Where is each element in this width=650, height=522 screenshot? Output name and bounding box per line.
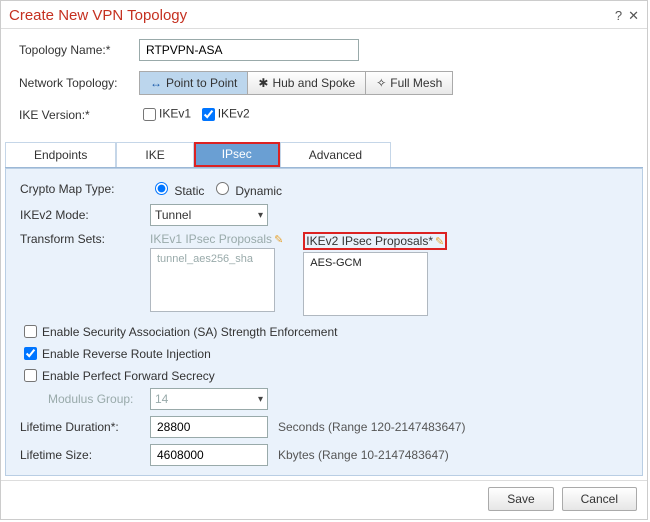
tab-ike[interactable]: IKE [116, 142, 193, 167]
pfs-checkbox[interactable]: Enable Perfect Forward Secrecy [20, 366, 628, 385]
ikev2-mode-select[interactable]: Tunnel▾ [150, 204, 268, 226]
modulus-group-label: Modulus Group: [20, 392, 150, 406]
espv3-collapser[interactable]: ▾ [20, 475, 32, 476]
vpn-topology-dialog: Create New VPN Topology ? ✕ Topology Nam… [0, 0, 648, 520]
chevron-down-icon: ▾ [258, 210, 263, 221]
topology-name-input[interactable] [139, 39, 359, 61]
lifetime-duration-input[interactable] [150, 416, 268, 438]
full-mesh-button[interactable]: ✧Full Mesh [365, 71, 453, 95]
dialog-title: Create New VPN Topology [9, 7, 615, 24]
dialog-footer: Save Cancel [1, 480, 647, 519]
tab-endpoints[interactable]: Endpoints [5, 142, 116, 167]
ikev1-proposals-box[interactable]: tunnel_aes256_sha [150, 248, 275, 312]
help-icon[interactable]: ? [615, 8, 622, 24]
ikev2-checkbox[interactable]: IKEv2 [198, 105, 250, 124]
espv3-label: ESPv3 Settings [36, 474, 124, 476]
dialog-header: Create New VPN Topology ? ✕ [1, 1, 647, 24]
reverse-route-checkbox[interactable]: Enable Reverse Route Injection [20, 344, 628, 363]
ipsec-panel: Crypto Map Type: Static Dynamic IKEv2 Mo… [5, 168, 643, 476]
sa-enforcement-checkbox[interactable]: Enable Security Association (SA) Strengt… [20, 322, 628, 341]
point-to-point-button[interactable]: ↔Point to Point [139, 71, 248, 95]
modulus-group-select: 14▾ [150, 388, 268, 410]
lifetime-size-label: Lifetime Size: [20, 448, 150, 462]
ikev2-proposals-box[interactable]: AES-GCM [303, 252, 428, 316]
lifetime-duration-label: Lifetime Duration*: [20, 420, 150, 434]
lifetime-size-hint: Kbytes (Range 10-2147483647) [278, 448, 449, 462]
transform-sets-label: Transform Sets: [20, 232, 150, 246]
tab-ipsec[interactable]: IPsec [194, 142, 280, 167]
chevron-down-icon: ▾ [258, 394, 263, 405]
crypto-map-label: Crypto Map Type: [20, 182, 150, 196]
ike-version-label: IKE Version:* [19, 108, 139, 122]
tab-strip: Endpoints IKE IPsec Advanced [5, 142, 643, 168]
hub-and-spoke-button[interactable]: ✱Hub and Spoke [247, 71, 366, 95]
crypto-static-radio[interactable]: Static [150, 179, 204, 198]
network-topology-label: Network Topology: [19, 76, 139, 90]
ikev1-checkbox[interactable]: IKEv1 [139, 105, 191, 124]
tab-advanced[interactable]: Advanced [280, 142, 391, 167]
lifetime-duration-hint: Seconds (Range 120-2147483647) [278, 420, 465, 434]
pencil-icon[interactable]: ✎ [274, 234, 283, 246]
ikev1-proposals-label: IKEv1 IPsec Proposals✎ [150, 232, 283, 246]
crypto-dynamic-radio[interactable]: Dynamic [211, 179, 282, 198]
topology-name-label: Topology Name:* [19, 43, 139, 57]
save-button[interactable]: Save [488, 487, 553, 511]
cancel-button[interactable]: Cancel [562, 487, 637, 511]
ikev2-proposals-label: IKEv2 IPsec Proposals*✎ [303, 232, 447, 250]
form-top: Topology Name:* Network Topology: ↔Point… [1, 35, 647, 142]
lifetime-size-input[interactable] [150, 444, 268, 466]
ikev2-mode-label: IKEv2 Mode: [20, 208, 150, 222]
close-icon[interactable]: ✕ [628, 8, 639, 24]
pencil-icon[interactable]: ✎ [435, 236, 444, 248]
